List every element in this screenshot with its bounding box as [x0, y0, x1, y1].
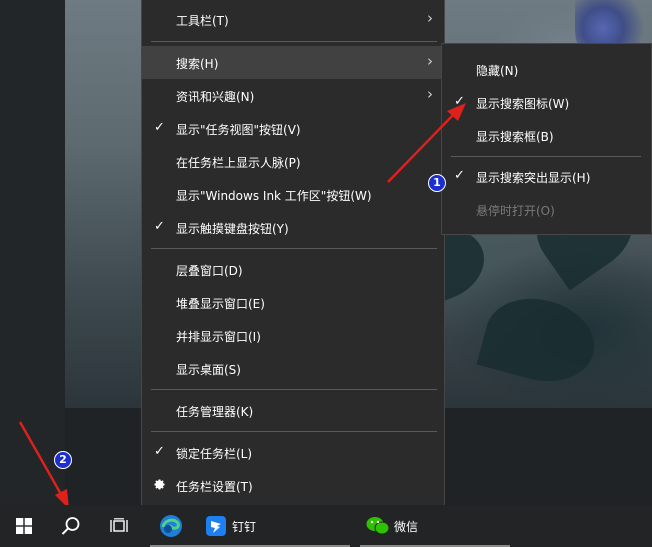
menu-item-label: 工具栏(T) — [176, 14, 229, 28]
submenu-item-show-search-box[interactable]: 显示搜索框(B) — [442, 119, 651, 152]
menu-item-label: 悬停时打开(O) — [476, 204, 555, 218]
menu-item-label: 任务栏设置(T) — [176, 480, 253, 494]
annotation-badge-1: 1 — [428, 174, 446, 192]
task-view-icon — [110, 518, 128, 532]
menu-divider — [151, 431, 437, 432]
menu-item-taskbar-settings[interactable]: 任务栏设置(T) — [142, 469, 444, 502]
annotation-badge-2: 2 — [54, 451, 72, 469]
menu-item-toolbars[interactable]: 工具栏(T) › — [142, 3, 444, 36]
taskbar: 钉钉 微信 — [0, 505, 652, 547]
edge-app-button[interactable] — [147, 505, 195, 547]
menu-item-lock-taskbar[interactable]: ✓ 锁定任务栏(L) — [142, 436, 444, 469]
chevron-right-icon: › — [427, 9, 433, 27]
menu-item-label: 显示"Windows Ink 工作区"按钮(W) — [176, 189, 372, 203]
submenu-item-hidden[interactable]: 隐藏(N) — [442, 53, 651, 86]
wechat-app-button[interactable]: 微信 — [360, 505, 510, 547]
task-view-button[interactable] — [96, 505, 142, 547]
menu-item-label: 显示搜索框(B) — [476, 130, 554, 144]
menu-item-label: 层叠窗口(D) — [176, 264, 243, 278]
menu-item-label: 资讯和兴趣(N) — [176, 90, 255, 104]
dingtalk-app-button[interactable]: 钉钉 — [200, 505, 350, 547]
check-icon: ✓ — [154, 444, 165, 459]
menu-item-label: 隐藏(N) — [476, 64, 519, 78]
menu-divider — [151, 389, 437, 390]
edge-icon — [160, 515, 182, 537]
gear-icon — [153, 478, 166, 495]
start-button[interactable] — [0, 505, 48, 547]
menu-item-label: 堆叠显示窗口(E) — [176, 297, 265, 311]
menu-item-label: 显示搜索突出显示(H) — [476, 171, 591, 185]
menu-item-search[interactable]: 搜索(H) › — [142, 46, 444, 79]
menu-item-stack-windows[interactable]: 堆叠显示窗口(E) — [142, 286, 444, 319]
menu-item-label: 搜索(H) — [176, 57, 219, 71]
menu-item-show-people[interactable]: 在任务栏上显示人脉(P) — [142, 145, 444, 178]
menu-item-show-task-view-button[interactable]: ✓ 显示"任务视图"按钮(V) — [142, 112, 444, 145]
wechat-label: 微信 — [394, 520, 419, 534]
menu-item-label: 显示触摸键盘按钮(Y) — [176, 222, 289, 236]
menu-item-show-windows-ink[interactable]: 显示"Windows Ink 工作区"按钮(W) — [142, 178, 444, 211]
submenu-item-open-on-hover: 悬停时打开(O) — [442, 193, 651, 226]
menu-item-label: 显示搜索图标(W) — [476, 97, 570, 111]
menu-divider — [451, 156, 641, 157]
chevron-right-icon: › — [427, 85, 433, 103]
search-button[interactable] — [48, 505, 94, 547]
search-icon — [61, 517, 80, 535]
menu-item-side-by-side-windows[interactable]: 并排显示窗口(I) — [142, 319, 444, 352]
submenu-item-show-search-highlights[interactable]: ✓ 显示搜索突出显示(H) — [442, 160, 651, 193]
menu-item-news-and-interests[interactable]: 资讯和兴趣(N) › — [142, 79, 444, 112]
check-icon: ✓ — [454, 94, 465, 109]
menu-item-cascade-windows[interactable]: 层叠窗口(D) — [142, 253, 444, 286]
dingtalk-label: 钉钉 — [232, 520, 257, 534]
taskbar-context-menu: 工具栏(T) › 搜索(H) › 资讯和兴趣(N) › ✓ 显示"任务视图"按钮… — [141, 0, 445, 507]
submenu-item-show-search-icon[interactable]: ✓ 显示搜索图标(W) — [442, 86, 651, 119]
menu-item-label: 并排显示窗口(I) — [176, 330, 261, 344]
menu-item-label: 显示"任务视图"按钮(V) — [176, 123, 301, 137]
menu-divider — [151, 41, 437, 42]
menu-divider — [151, 248, 437, 249]
check-icon: ✓ — [154, 219, 165, 234]
wechat-icon — [366, 517, 390, 535]
menu-item-show-desktop[interactable]: 显示桌面(S) — [142, 352, 444, 385]
menu-item-show-touch-keyboard[interactable]: ✓ 显示触摸键盘按钮(Y) — [142, 211, 444, 244]
menu-item-label: 显示桌面(S) — [176, 363, 241, 377]
chevron-right-icon: › — [427, 52, 433, 70]
menu-item-label: 锁定任务栏(L) — [176, 447, 253, 461]
windows-start-icon — [16, 518, 32, 534]
menu-item-task-manager[interactable]: 任务管理器(K) — [142, 394, 444, 427]
menu-item-label: 在任务栏上显示人脉(P) — [176, 156, 301, 170]
search-submenu: 隐藏(N) ✓ 显示搜索图标(W) 显示搜索框(B) ✓ 显示搜索突出显示(H)… — [441, 43, 652, 235]
check-icon: ✓ — [154, 120, 165, 135]
dingtalk-icon — [206, 516, 226, 536]
desktop-edge — [0, 0, 65, 505]
menu-item-label: 任务管理器(K) — [176, 405, 254, 419]
check-icon: ✓ — [454, 168, 465, 183]
